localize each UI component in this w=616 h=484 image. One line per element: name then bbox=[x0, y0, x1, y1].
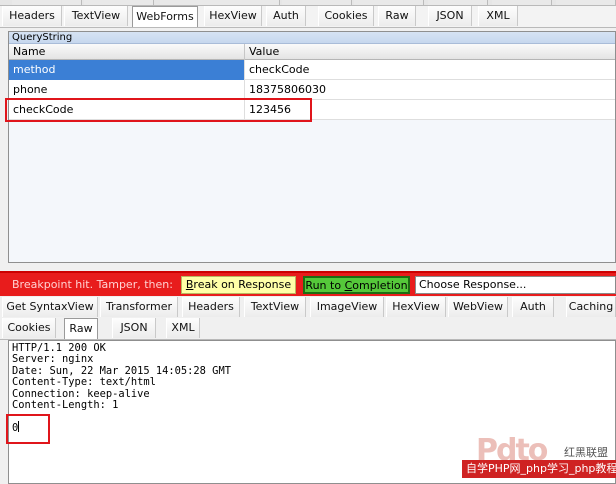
row-name-cell: method bbox=[9, 60, 245, 80]
response-inspector-tabs-row2: Cookies Raw JSON XML bbox=[0, 318, 616, 340]
table-row[interactable]: method checkCode bbox=[9, 60, 615, 80]
tab-transformer[interactable]: Transformer bbox=[100, 297, 178, 317]
tab-hexview[interactable]: HexView bbox=[204, 6, 262, 26]
table-row[interactable]: phone 18375806030 bbox=[9, 80, 615, 100]
highlight-box-body bbox=[6, 414, 50, 444]
grid-header: Name Value bbox=[9, 44, 615, 60]
row-value-cell[interactable]: checkCode bbox=[245, 60, 616, 80]
tab-hexview-response[interactable]: HexView bbox=[386, 297, 446, 317]
tab-headers-response[interactable]: Headers bbox=[182, 297, 240, 317]
tab-json[interactable]: JSON bbox=[428, 6, 472, 26]
tab-cookies[interactable]: Cookies bbox=[318, 6, 374, 26]
querystring-panel: QueryString Name Value method checkCode … bbox=[8, 31, 616, 263]
highlight-box-checkcode bbox=[5, 98, 312, 122]
tab-get-syntaxview[interactable]: Get SyntaxView bbox=[2, 297, 98, 317]
row-name-cell: phone bbox=[9, 80, 245, 100]
response-inspector-tabs-row1: Get SyntaxView Transformer Headers TextV… bbox=[0, 296, 616, 318]
tab-auth-response[interactable]: Auth bbox=[512, 297, 554, 317]
tab-xml-response[interactable]: XML bbox=[166, 318, 200, 338]
tab-imageview[interactable]: ImageView bbox=[310, 297, 384, 317]
header-line: Content-Type: text/html bbox=[12, 376, 156, 389]
watermark-subtitle: 红黑联盟 bbox=[564, 446, 608, 459]
row-value-cell[interactable]: 18375806030 bbox=[245, 80, 616, 100]
request-inspector-tabs: Headers TextView WebForms HexView Auth C… bbox=[0, 6, 616, 28]
tab-raw[interactable]: Raw bbox=[378, 6, 416, 26]
column-header-name[interactable]: Name bbox=[9, 44, 245, 60]
column-header-value[interactable]: Value bbox=[245, 44, 616, 60]
run-to-completion-button[interactable]: Run to Completion bbox=[303, 276, 410, 294]
tab-xml[interactable]: XML bbox=[478, 6, 518, 26]
tab-auth[interactable]: Auth bbox=[266, 6, 306, 26]
tab-webview[interactable]: WebView bbox=[448, 297, 508, 317]
tab-webforms[interactable]: WebForms bbox=[132, 6, 198, 27]
response-headers: HTTP/1.1 200 OK Server: nginx Date: Sun, 2… bbox=[12, 342, 231, 412]
breakpoint-message: Breakpoint hit. Tamper, then: bbox=[12, 278, 173, 291]
tab-headers[interactable]: Headers bbox=[2, 6, 62, 26]
tab-textview-response[interactable]: TextView bbox=[244, 297, 306, 317]
tab-caching[interactable]: Caching bbox=[566, 297, 616, 317]
tab-raw-response[interactable]: Raw bbox=[64, 318, 98, 339]
break-on-response-button[interactable]: Break on Response bbox=[181, 276, 296, 294]
tab-textview[interactable]: TextView bbox=[64, 6, 128, 26]
tab-cookies-response[interactable]: Cookies bbox=[2, 318, 56, 338]
header-line: Content-Length: 1 bbox=[12, 399, 119, 412]
querystring-title: QueryString bbox=[9, 32, 615, 44]
tab-json-response[interactable]: JSON bbox=[112, 318, 156, 338]
choose-response-select[interactable]: Choose Response... bbox=[415, 276, 616, 294]
watermark-banner: 自学PHP网_php学习_php教程 bbox=[462, 460, 616, 478]
grid-empty-area bbox=[9, 120, 615, 262]
site-watermark: Pdto 红黑联盟 自学PHP网_php学习_php教程 bbox=[462, 436, 616, 484]
breakpoint-bar: Breakpoint hit. Tamper, then: Break on R… bbox=[0, 271, 616, 296]
